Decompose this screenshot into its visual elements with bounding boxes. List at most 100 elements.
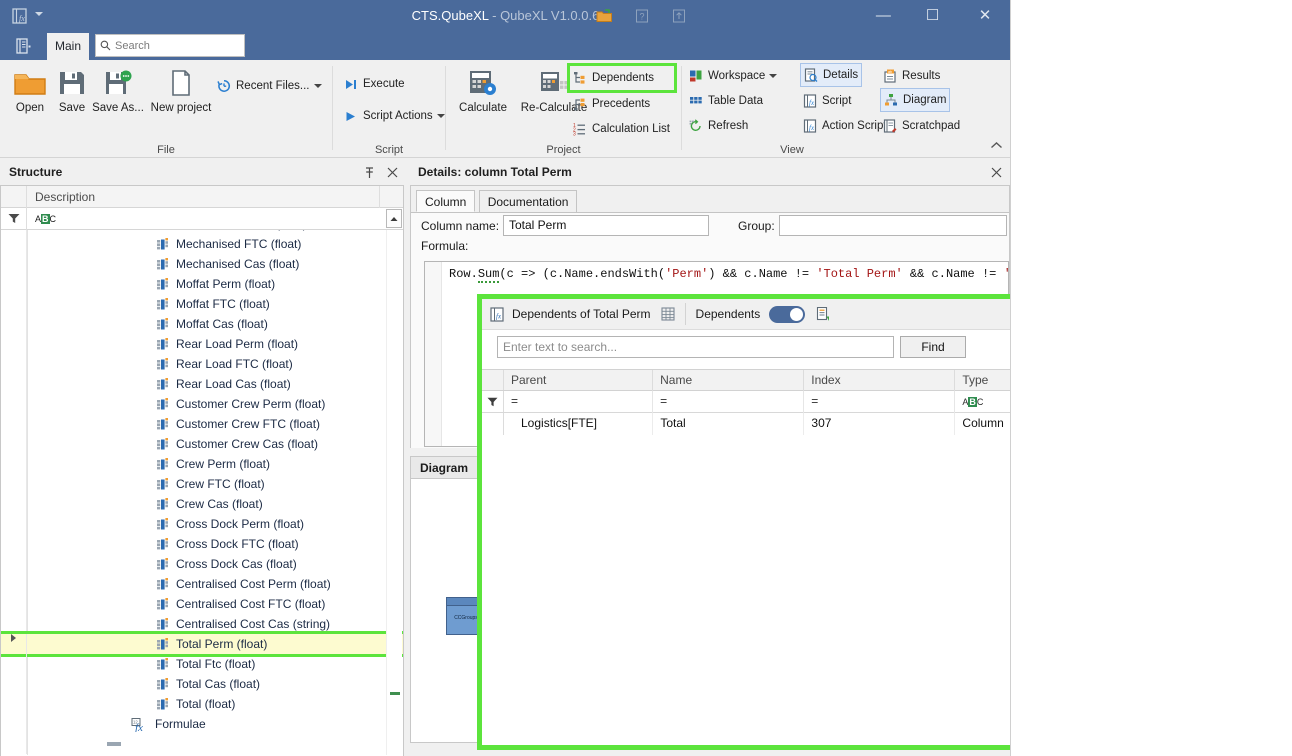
tree-item[interactable]: Cross Dock Perm (float) (1, 514, 403, 534)
column-header-index[interactable]: Index (804, 370, 955, 392)
workspace-button[interactable]: Workspace (686, 64, 780, 88)
tree-item[interactable]: Centralised Cost Cas (string) (1, 614, 403, 634)
filter-funnel-icon[interactable] (1, 208, 27, 230)
window-controls: — ☐ ✕ (860, 0, 1011, 31)
precedents-button[interactable]: Precedents (570, 92, 653, 116)
tree-item[interactable]: Centralised Cost FTC (float) (1, 594, 403, 614)
ribbon: Open Save (0, 60, 1011, 158)
grid-icon[interactable] (661, 307, 675, 321)
filter-index[interactable]: = (804, 391, 955, 413)
calculate-button[interactable]: Calculate (452, 64, 514, 130)
diagram-button[interactable]: Diagram (880, 88, 950, 112)
ribbon-collapse-chevron-up-icon[interactable] (990, 139, 1003, 153)
close-icon[interactable] (387, 165, 398, 179)
script-button[interactable]: fx Script (800, 89, 854, 113)
calculation-list-button[interactable]: 1 2 3 Calculation List (570, 117, 673, 141)
tree-item[interactable]: Total (float) (1, 694, 403, 714)
tree-item[interactable]: Crew Cas (float) (1, 494, 403, 514)
column-icon (157, 658, 170, 670)
tree-item[interactable]: Mechanised FTC (float) (1, 234, 403, 254)
ribbon-group-script: Execute Script Actions Script (333, 60, 445, 158)
tab-main[interactable]: Main (47, 33, 89, 60)
dependents-mode-toggle[interactable] (769, 306, 805, 323)
grid-corner-cell (1, 186, 27, 208)
column-header-description[interactable]: Description (27, 186, 380, 208)
tab-documentation[interactable]: Documentation (479, 190, 578, 212)
open-folder-icon[interactable] (587, 0, 621, 31)
dependents-dialog[interactable]: fx Dependents of Total Perm Dependents (477, 294, 1011, 750)
column-icon (157, 698, 170, 710)
filter-funnel-icon[interactable] (482, 391, 504, 412)
details-close-icon[interactable] (991, 160, 1002, 185)
tree-item-formulae[interactable]: 12 fx Formulae (1, 714, 403, 734)
scroll-up-icon[interactable] (386, 209, 402, 228)
recent-files-button[interactable]: Recent Files... (214, 74, 325, 98)
table-data-label: Table Data (708, 95, 763, 107)
tree-item[interactable]: Moffat Perm (float) (1, 274, 403, 294)
app-menu-icon[interactable] (6, 33, 40, 58)
refresh-button[interactable]: Refresh (686, 114, 751, 138)
customize-icon[interactable] (662, 0, 696, 31)
results-label: Results (902, 70, 940, 82)
maximize-button[interactable]: ☐ (910, 0, 956, 31)
scrollbar-thumb[interactable] (390, 692, 400, 695)
minimize-button[interactable]: — (860, 0, 906, 31)
tree-item[interactable]: Centralised Cost Perm (float) (1, 574, 403, 594)
tree-item[interactable]: Rear Load Cas (float) (1, 374, 403, 394)
tree-item[interactable]: Rear Load Perm (float) (1, 334, 403, 354)
search-input[interactable]: Search (95, 34, 245, 57)
tree-item[interactable]: Crew FTC (float) (1, 474, 403, 494)
column-header-type[interactable]: Type (955, 370, 1011, 392)
dependents-button[interactable]: Dependents (570, 66, 674, 90)
column-header-parent[interactable]: Parent (504, 370, 653, 392)
table-data-button[interactable]: Table Data (686, 89, 766, 113)
column-name-field[interactable]: Total Perm (503, 215, 709, 236)
tree-item[interactable]: Moffat Cas (float) (1, 314, 403, 334)
details-button[interactable]: Details (800, 63, 862, 87)
svg-text:fx: fx (496, 312, 502, 320)
tree-item[interactable]: Rear Load FTC (float) (1, 354, 403, 374)
filter-type-badge[interactable]: ABC (35, 214, 56, 224)
tree-item[interactable]: Cross Dock FTC (float) (1, 534, 403, 554)
column-icon (157, 638, 170, 650)
tree-item-total-perm[interactable]: Total Perm (float) (1, 634, 403, 654)
close-button[interactable]: ✕ (959, 0, 1011, 31)
dependents-search-input[interactable]: Enter text to search... (497, 336, 894, 358)
tree-item[interactable]: Total Ftc (float) (1, 654, 403, 674)
filter-name[interactable]: = (653, 391, 804, 413)
column-icon (157, 598, 170, 610)
pin-icon[interactable] (364, 165, 378, 179)
find-button[interactable]: Find (900, 336, 966, 358)
tree-item[interactable]: Cross Dock Cas (float) (1, 554, 403, 574)
scratchpad-button[interactable]: Scratchpad (880, 114, 963, 138)
results-button[interactable]: ab Results (880, 64, 943, 88)
tree-item-partial[interactable] (1, 734, 403, 754)
tree-item[interactable]: Customer Crew Cas (float) (1, 434, 403, 454)
export-list-icon[interactable] (816, 307, 830, 322)
details-tabs: Column Documentation (416, 190, 577, 212)
group-field[interactable] (779, 215, 1007, 236)
tab-column[interactable]: Column (416, 190, 475, 212)
filter-parent[interactable]: = (504, 391, 653, 413)
tree-expander[interactable] (1, 634, 27, 654)
tree-item[interactable]: Total Cas (float) (1, 674, 403, 694)
script-actions-button[interactable]: Script Actions (341, 104, 448, 128)
window-title-main: CTS.QubeXL (412, 8, 489, 23)
tree-item[interactable]: Mechanised Cas (float) (1, 254, 403, 274)
column-header-name[interactable]: Name (653, 370, 804, 392)
new-project-button[interactable]: New project (148, 64, 214, 130)
tree-item[interactable]: Customer Crew FTC (float) (1, 414, 403, 434)
structure-tree[interactable]: Mechanised Perm (float) Mechanised FTC (… (1, 230, 403, 755)
tree-item[interactable]: Customer Crew Perm (float) (1, 394, 403, 414)
column-icon (157, 358, 170, 370)
action-script-button[interactable]: fx Action Script (800, 114, 890, 138)
tree-item[interactable]: Crew Perm (float) (1, 454, 403, 474)
execute-button[interactable]: Execute (341, 72, 408, 96)
table-row[interactable]: Logistics[FTE] Total 307 Column False (482, 413, 1011, 435)
filter-type[interactable]: ABC (955, 391, 1011, 413)
tree-item[interactable]: Moffat FTC (float) (1, 294, 403, 314)
save-as-button[interactable]: Save As... (88, 64, 148, 130)
structure-vertical-scrollbar[interactable] (386, 230, 402, 755)
ribbon-group-view-caption: View (642, 144, 942, 156)
help-icon[interactable]: ? (625, 0, 659, 31)
